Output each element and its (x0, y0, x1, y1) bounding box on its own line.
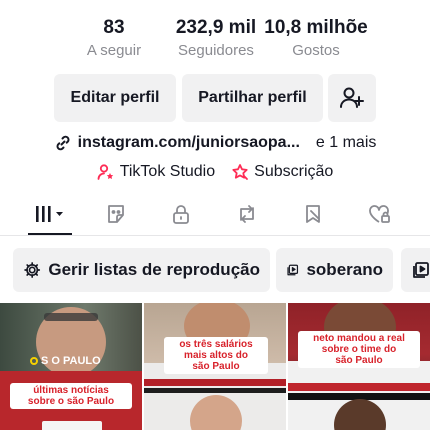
repost-icon (240, 205, 254, 223)
playlist-icon (413, 262, 429, 278)
playlist-chips: Gerir listas de reprodução soberano (0, 248, 430, 292)
bio-link-more[interactable]: e 1 mais (316, 134, 376, 152)
add-friend-button[interactable] (328, 74, 376, 122)
lock-icon (173, 205, 189, 224)
playlist-soberano-label: soberano (306, 260, 383, 279)
studio-person-icon (97, 164, 113, 180)
brand-text: S O PAULO (30, 355, 101, 367)
tab-reposts[interactable] (98, 202, 134, 226)
tiktok-studio-label: TikTok Studio (119, 163, 216, 180)
video-caption: neto mandou a real sobre o time do são P… (298, 331, 420, 368)
subscription-star-icon (232, 164, 249, 180)
edit-profile-button[interactable]: Editar perfil (54, 74, 176, 122)
manage-playlists-button[interactable]: Gerir listas de reprodução (13, 248, 270, 292)
share-profile-button[interactable]: Partilhar perfil (182, 74, 323, 122)
link-icon (56, 135, 70, 151)
shirt-stripe-black (144, 388, 286, 393)
subscription-link[interactable]: Subscrição (231, 163, 333, 181)
video-caption: últimas notícias sobre o são Paulo (10, 383, 132, 409)
bio-link-url[interactable]: instagram.com/juniorsaopa... (78, 134, 300, 152)
bio-link-row[interactable]: instagram.com/juniorsaopa... e 1 mais (0, 132, 430, 154)
tab-liked[interactable] (361, 202, 397, 226)
bookmark-slash-icon (306, 205, 320, 223)
active-tab-indicator (28, 233, 72, 235)
creator-tools-row: TikTok Studio Subscrição (0, 161, 430, 183)
brand-dot-icon (30, 357, 38, 365)
following-label: A seguir (86, 42, 142, 59)
following-count: 83 (103, 17, 125, 38)
tab-videos[interactable] (32, 202, 68, 226)
videos-grid-icon (36, 206, 63, 222)
tiktok-studio-link[interactable]: TikTok Studio (97, 163, 215, 181)
video-thumbnail[interactable]: neto mandou a real sobre o time do são P… (288, 303, 430, 430)
tab-saved[interactable] (295, 202, 331, 226)
likes-count: 10,8 milhõe (264, 17, 368, 38)
profile-actions: Editar perfil Partilhar perfil (54, 74, 380, 122)
add-user-icon (340, 87, 364, 108)
microphone-shape (42, 421, 102, 430)
shirt-stripe-red (144, 379, 286, 386)
likes-label: Gostos (292, 42, 340, 59)
profile-stats: 83 A seguir 232,9 mil Seguidores 10,8 mi… (0, 16, 430, 64)
followers-count: 232,9 mil (175, 17, 257, 38)
tab-repost[interactable] (229, 202, 265, 226)
video-caption: os três salários mais altos do são Paulo (164, 337, 268, 374)
sticker-icon (108, 205, 124, 223)
following-stat[interactable]: 83 A seguir (84, 16, 144, 62)
playlist-chip-more[interactable] (401, 248, 430, 292)
profile-tabs (0, 196, 430, 236)
video-thumbnail[interactable]: os três salários mais altos do são Paulo (144, 303, 286, 430)
video-thumbnail[interactable]: S O PAULO últimas notícias sobre o são P… (0, 303, 142, 430)
followers-label: Seguidores (178, 42, 254, 59)
subscription-label: Subscrição (254, 163, 334, 180)
heart-lock-icon (369, 205, 390, 223)
tab-private[interactable] (163, 202, 199, 226)
shirt-stripe-red (288, 383, 430, 391)
likes-stat[interactable]: 10,8 milhõe Gostos (264, 16, 368, 62)
followers-stat[interactable]: 232,9 mil Seguidores (170, 16, 262, 62)
settings-gear-icon (24, 262, 41, 278)
manage-playlists-label: Gerir listas de reprodução (48, 260, 260, 279)
glasses-shape (44, 313, 98, 321)
video-grid: S O PAULO últimas notícias sobre o são P… (0, 303, 430, 430)
playlist-icon (287, 264, 299, 276)
playlist-soberano-chip[interactable]: soberano (276, 248, 393, 292)
